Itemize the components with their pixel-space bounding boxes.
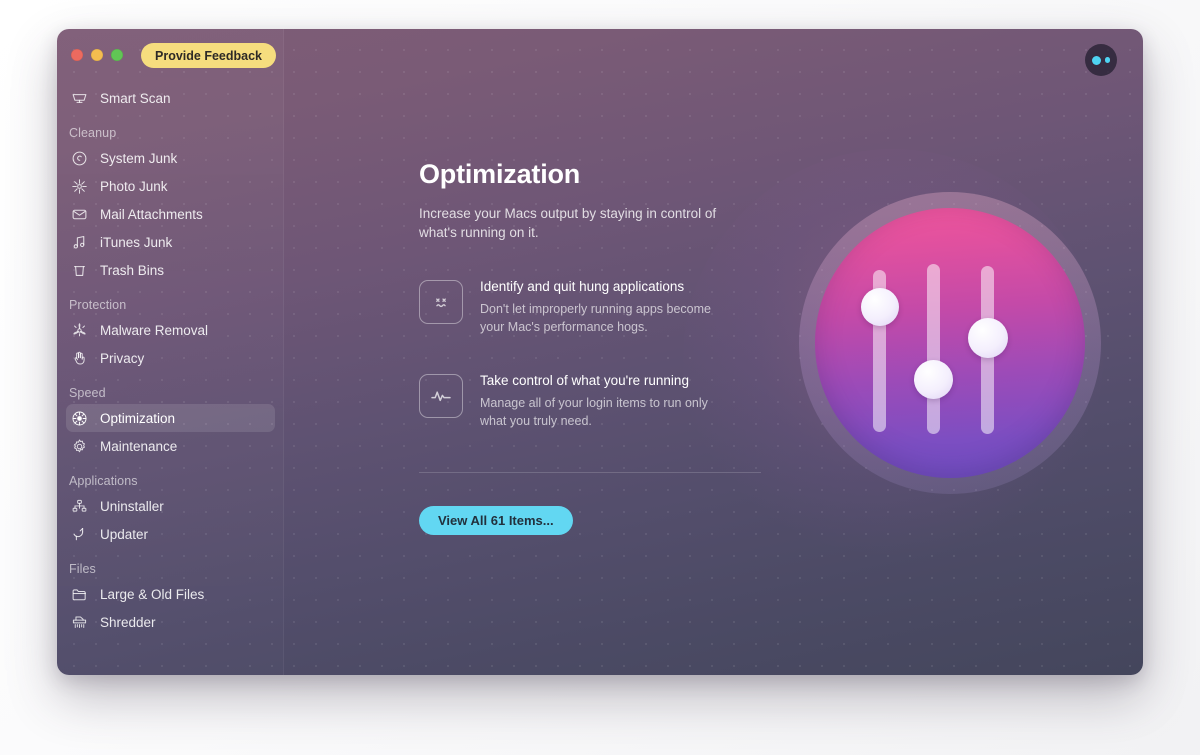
sidebar-item-optimization[interactable]: Optimization: [66, 404, 275, 432]
gear-icon: [69, 436, 90, 457]
sidebar-item-malware-removal[interactable]: Malware Removal: [66, 316, 275, 344]
sidebar-item-trash-bins[interactable]: Trash Bins: [66, 256, 275, 284]
page-title: Optimization: [419, 159, 581, 189]
dead-face-icon: [419, 280, 463, 324]
close-button[interactable]: [71, 49, 83, 61]
two-dots-icon-secondary: [1104, 57, 1111, 63]
sidebar-item-mail-attachments[interactable]: Mail Attachments: [66, 200, 275, 228]
app-window: Provide Feedback Smart Scan Cleanup Syst…: [57, 29, 1143, 675]
photo-junk-icon: [69, 176, 90, 197]
slider-knob-1: [861, 288, 899, 326]
starburst-icon: [69, 408, 90, 429]
activity-pulse-icon: [419, 374, 463, 418]
divider: [419, 472, 761, 473]
sidebar-item-label: Maintenance: [100, 438, 178, 454]
slider-knob-2: [914, 360, 953, 399]
sidebar-item-uninstaller[interactable]: Uninstaller: [66, 492, 275, 520]
sidebar-item-label: System Junk: [100, 150, 178, 166]
sidebar-section-applications: Applications: [69, 474, 138, 488]
sidebar-item-label: Uninstaller: [100, 498, 164, 514]
system-junk-icon: [69, 148, 90, 169]
status-badge[interactable]: [1085, 44, 1117, 76]
sliders-illustration: [799, 192, 1101, 494]
feature-description: Manage all of your login items to run on…: [480, 396, 708, 428]
sidebar-item-maintenance[interactable]: Maintenance: [66, 432, 275, 460]
biohazard-icon: [69, 320, 90, 341]
envelope-icon: [69, 204, 90, 225]
sidebar-section-cleanup: Cleanup: [69, 126, 117, 140]
sidebar-section-speed: Speed: [69, 386, 106, 400]
illustration-disc: [815, 208, 1085, 478]
sidebar-item-label: Malware Removal: [100, 322, 209, 338]
window-controls: [71, 49, 123, 61]
sidebar-item-smart-scan[interactable]: Smart Scan: [66, 84, 275, 112]
screen-canvas: Provide Feedback Smart Scan Cleanup Syst…: [0, 0, 1200, 755]
shredder-icon: [69, 612, 90, 633]
sidebar-item-label: Smart Scan: [100, 90, 171, 106]
sidebar-item-label: Trash Bins: [100, 262, 165, 278]
sidebar-section-files: Files: [69, 562, 96, 576]
sidebar-item-updater[interactable]: Updater: [66, 520, 275, 548]
page-subtitle: Increase your Macs output by staying in …: [419, 206, 717, 240]
zoom-button[interactable]: [111, 49, 123, 61]
provide-feedback-button[interactable]: Provide Feedback: [141, 43, 276, 68]
sidebar-nav: Smart Scan Cleanup System Junk Photo Jun…: [57, 84, 284, 636]
feature-description: Don't let improperly running apps become…: [480, 302, 711, 334]
sidebar-item-label: Large & Old Files: [100, 586, 205, 602]
hand-icon: [69, 348, 90, 369]
sidebar-item-label: iTunes Junk: [100, 234, 173, 250]
slider-track-2: [927, 264, 940, 434]
sidebar-item-large-old-files[interactable]: Large & Old Files: [66, 580, 275, 608]
sidebar-item-label: Updater: [100, 526, 149, 542]
two-dots-icon: [1091, 55, 1101, 65]
sidebar-item-label: Photo Junk: [100, 178, 168, 194]
refresh-arrow-icon: [69, 524, 90, 545]
folder-icon: [69, 584, 90, 605]
feature-item: Take control of what you're running Mana…: [419, 372, 769, 430]
sidebar-section-protection: Protection: [69, 298, 127, 312]
sidebar-item-system-junk[interactable]: System Junk: [66, 144, 275, 172]
main-content: Optimization Increase your Macs output b…: [284, 29, 1143, 675]
sidebar-item-photo-junk[interactable]: Photo Junk: [66, 172, 275, 200]
feature-title: Take control of what you're running: [480, 373, 689, 388]
detail-pane: Optimization Increase your Macs output b…: [419, 159, 769, 535]
sidebar-item-label: Privacy: [100, 350, 145, 366]
org-chart-icon: [69, 496, 90, 517]
sidebar-item-label: Optimization: [100, 410, 176, 426]
sidebar-item-label: Shredder: [100, 614, 156, 630]
monitor-icon: [69, 88, 90, 109]
minimize-button[interactable]: [91, 49, 103, 61]
slider-knob-3: [968, 318, 1008, 358]
sidebar-item-privacy[interactable]: Privacy: [66, 344, 275, 372]
sidebar-item-itunes-junk[interactable]: iTunes Junk: [66, 228, 275, 256]
trash-icon: [69, 260, 90, 281]
sidebar: Provide Feedback Smart Scan Cleanup Syst…: [57, 29, 284, 675]
sidebar-item-label: Mail Attachments: [100, 206, 203, 222]
view-all-items-button[interactable]: View All 61 Items...: [419, 506, 573, 535]
feature-title: Identify and quit hung applications: [480, 279, 685, 294]
sidebar-item-shredder[interactable]: Shredder: [66, 608, 275, 636]
feature-item: Identify and quit hung applications Don'…: [419, 278, 769, 336]
music-note-icon: [69, 232, 90, 253]
